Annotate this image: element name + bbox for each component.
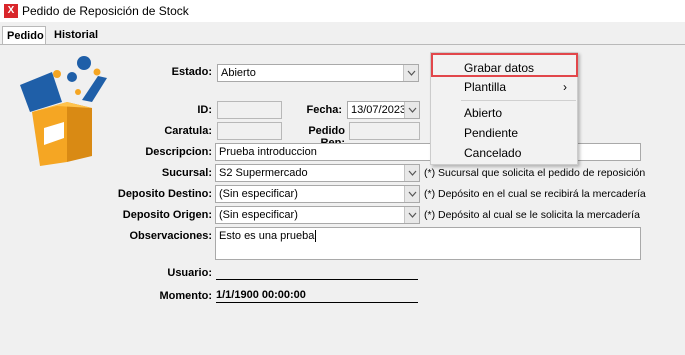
sucursal-label: Sucursal: (161, 167, 212, 179)
tab-pedido[interactable]: Pedido (2, 26, 46, 44)
estado-label: Estado: (171, 66, 212, 78)
open-box-icon (20, 56, 107, 166)
deposito-destino-hint: (*) Depósito en el cual se recibirá la m… (424, 188, 646, 200)
menu-item-plantilla[interactable]: Plantilla › (432, 78, 577, 97)
usuario-value (216, 266, 418, 280)
estado-value: Abierto (221, 67, 256, 79)
title-bar: X Pedido de Reposición de Stock (0, 0, 685, 22)
id-label: ID: (197, 104, 212, 116)
deposito-destino-value: (Sin especificar) (219, 188, 298, 200)
deposito-origen-chevron-down-icon[interactable] (404, 207, 419, 223)
deposito-origen-select[interactable]: (Sin especificar) (215, 206, 420, 224)
caratula-label: Caratula: (164, 125, 212, 137)
tab-historial[interactable]: Historial (50, 26, 100, 44)
highlight-box (431, 53, 578, 77)
submenu-arrow-icon: › (563, 80, 567, 94)
deposito-destino-chevron-down-icon[interactable] (404, 186, 419, 202)
observaciones-value: Esto es una prueba (219, 230, 315, 242)
menu-item-abierto[interactable]: Abierto (432, 104, 577, 123)
sucursal-value: S2 Supermercado (219, 167, 308, 179)
menu-item-pendiente-label: Pendiente (464, 126, 519, 140)
deposito-origen-label: Deposito Origen: (122, 209, 212, 221)
observaciones-label: Observaciones: (129, 230, 212, 242)
sucursal-chevron-down-icon[interactable] (404, 165, 419, 181)
estado-select[interactable]: Abierto (217, 64, 419, 82)
deposito-origen-value: (Sin especificar) (219, 209, 298, 221)
pedido-rep-field (349, 122, 420, 140)
deposito-origen-hint: (*) Depósito al cual se le solicita la m… (424, 209, 640, 221)
sucursal-hint: (*) Sucursal que solicita el pedido de r… (424, 167, 646, 179)
text-cursor (315, 230, 317, 242)
menu-item-plantilla-label: Plantilla (464, 80, 507, 94)
usuario-label: Usuario: (167, 267, 212, 279)
deposito-destino-label: Deposito Destino: (117, 188, 212, 200)
window-title: Pedido de Reposición de Stock (22, 4, 189, 18)
fecha-chevron-down-icon[interactable] (404, 102, 419, 118)
menu-separator (461, 100, 576, 101)
app-x-icon: X (4, 4, 18, 18)
momento-label: Momento: (159, 290, 212, 302)
sucursal-select[interactable]: S2 Supermercado (215, 164, 420, 182)
menu-item-abierto-label: Abierto (464, 106, 503, 120)
descripcion-label: Descripcion: (145, 146, 212, 158)
menu-item-cancelado[interactable]: Cancelado (432, 144, 577, 163)
deposito-destino-select[interactable]: (Sin especificar) (215, 185, 420, 203)
fecha-label: Fecha: (306, 104, 342, 116)
momento-value: 1/1/1900 00:00:00 (216, 289, 418, 303)
menu-item-pendiente[interactable]: Pendiente (432, 124, 577, 143)
observaciones-textarea[interactable]: Esto es una prueba (215, 227, 641, 260)
id-field (217, 101, 282, 119)
menu-item-cancelado-label: Cancelado (464, 146, 522, 160)
caratula-field (217, 122, 282, 140)
estado-chevron-down-icon[interactable] (403, 65, 418, 81)
fecha-value: 13/07/2023 (351, 104, 407, 116)
tab-divider (0, 44, 685, 45)
